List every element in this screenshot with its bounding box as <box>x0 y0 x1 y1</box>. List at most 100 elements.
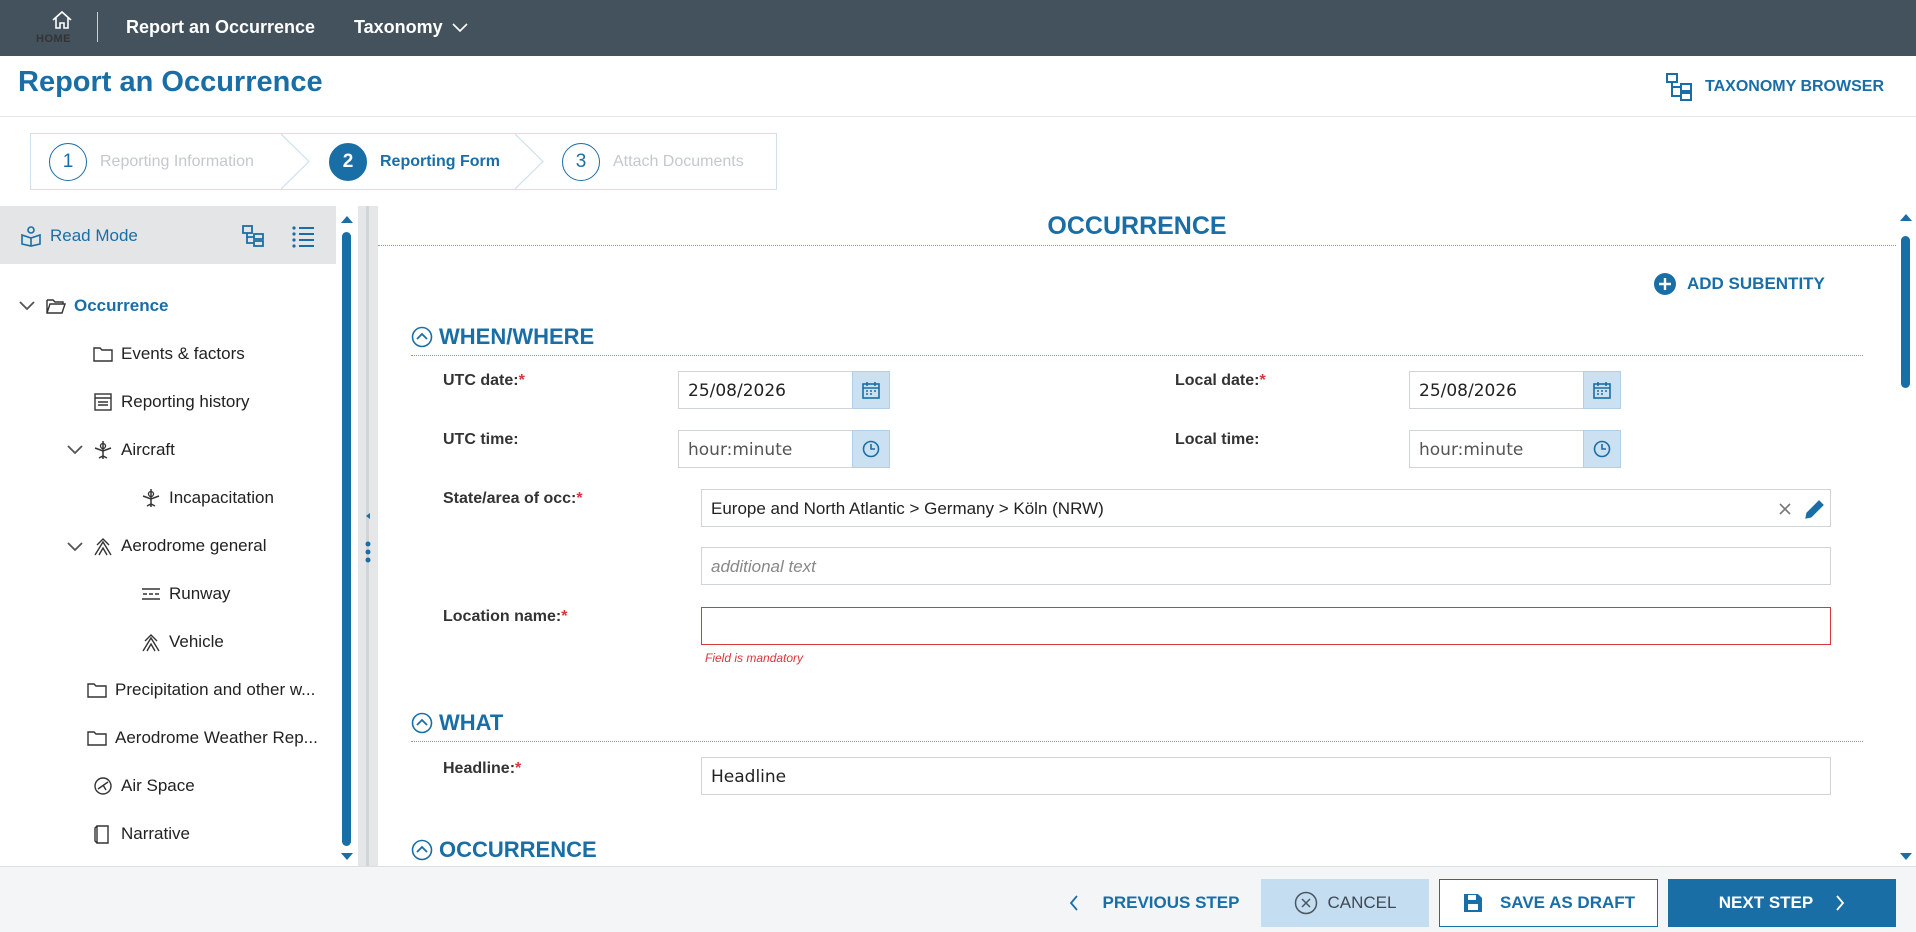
aerodrome-icon <box>142 634 160 652</box>
read-mode-toggle[interactable]: Read Mode <box>20 225 138 247</box>
collapse-left-icon[interactable] <box>364 512 372 520</box>
group-occurrence[interactable]: OCCURRENCE <box>411 837 597 863</box>
narrative-icon <box>94 825 109 844</box>
save-icon <box>1463 894 1482 912</box>
taxonomy-sidebar: Read Mode Occurrence Events & factors Re… <box>0 206 336 866</box>
local-time-input[interactable]: hour:minute <box>1409 430 1585 468</box>
form-scroll-thumb[interactable] <box>1901 236 1910 388</box>
tree-item-reporting-history[interactable]: Reporting history <box>92 391 250 413</box>
group-label: OCCURRENCE <box>439 837 597 862</box>
cancel-button[interactable]: CANCEL <box>1261 879 1429 927</box>
chevron-down-icon[interactable] <box>67 542 83 552</box>
panel-splitter[interactable] <box>358 206 378 866</box>
step-reporting-form[interactable]: 2 Reporting Form <box>329 134 500 189</box>
step-attach-documents[interactable]: 3 Attach Documents <box>562 134 744 189</box>
tree-label: Aerodrome Weather Rep... <box>115 728 318 747</box>
step-label: Reporting Form <box>380 152 500 170</box>
state-area-input[interactable]: Europe and North Atlantic > Germany > Kö… <box>701 489 1831 527</box>
add-subentity-label: ADD SUBENTITY <box>1687 274 1825 293</box>
group-divider <box>411 355 1863 356</box>
clock-icon <box>1593 440 1611 458</box>
form-scrollbar[interactable] <box>1896 210 1916 866</box>
tree-label: Vehicle <box>169 632 224 651</box>
group-what[interactable]: WHAT <box>411 710 503 736</box>
location-name-input[interactable] <box>701 607 1831 645</box>
additional-text-input[interactable]: additional text <box>701 547 1831 585</box>
step-label: Attach Documents <box>613 152 744 170</box>
utc-time-picker-button[interactable] <box>852 430 890 468</box>
tree-item-aircraft[interactable]: Aircraft <box>92 439 175 461</box>
clock-icon <box>862 440 880 458</box>
read-mode-label: Read Mode <box>50 226 138 245</box>
tree-item-occurrence[interactable]: Occurrence <box>45 295 169 317</box>
tree-item-air-space[interactable]: Air Space <box>92 775 195 797</box>
sidebar-scroll-thumb[interactable] <box>342 232 351 846</box>
step-reporting-information[interactable]: 1 Reporting Information <box>49 134 254 189</box>
drag-handle-icon[interactable] <box>363 540 373 566</box>
chevron-down-icon[interactable] <box>67 445 83 455</box>
previous-step-button[interactable]: PREVIOUS STEP <box>1064 879 1244 927</box>
chevron-down-icon <box>452 23 468 33</box>
report-icon <box>94 393 112 411</box>
group-label: WHAT <box>439 710 504 735</box>
folder-open-icon <box>46 299 66 314</box>
chevron-up-circle-icon <box>411 326 433 348</box>
folder-icon <box>87 683 107 698</box>
tree-item-incapacitation[interactable]: Incapacitation <box>140 487 274 509</box>
clear-icon[interactable] <box>1778 502 1792 516</box>
tree-label: Events & factors <box>121 344 245 363</box>
page-title: Report an Occurrence <box>18 66 323 98</box>
scroll-up-icon[interactable] <box>1899 212 1913 222</box>
edit-pencil-icon[interactable] <box>1802 496 1828 522</box>
previous-step-label: PREVIOUS STEP <box>1102 893 1240 912</box>
next-step-label: NEXT STEP <box>1718 893 1814 912</box>
sidebar-scrollbar[interactable] <box>340 210 354 866</box>
scroll-down-icon[interactable] <box>340 852 354 862</box>
next-step-button[interactable]: NEXT STEP <box>1668 879 1896 927</box>
save-as-draft-button[interactable]: SAVE AS DRAFT <box>1439 879 1658 927</box>
step-separator-icon <box>515 134 544 189</box>
chevron-down-icon[interactable] <box>19 301 35 311</box>
utc-time-input[interactable]: hour:minute <box>678 430 854 468</box>
headline-input[interactable]: Headline <box>701 757 1831 795</box>
taxonomy-browser-button[interactable]: TAXONOMY BROWSER <box>1665 72 1884 102</box>
tree-label: Narrative <box>121 824 190 843</box>
tree-item-runway[interactable]: Runway <box>140 583 230 605</box>
scroll-down-icon[interactable] <box>1899 852 1913 862</box>
utc-date-picker-button[interactable] <box>852 371 890 409</box>
utc-date-input[interactable]: 25/08/2026 <box>678 371 854 409</box>
tree-item-narrative[interactable]: Narrative <box>92 823 190 845</box>
tree-item-vehicle[interactable]: Vehicle <box>140 631 224 653</box>
folder-icon <box>93 347 113 362</box>
chevron-left-icon <box>1069 895 1078 911</box>
tree-item-aerodrome-weather[interactable]: Aerodrome Weather Rep... <box>86 727 318 749</box>
local-date-label: Local date:* <box>1175 372 1266 389</box>
scroll-up-icon[interactable] <box>340 214 354 224</box>
book-person-icon <box>21 226 41 247</box>
tree-item-precipitation[interactable]: Precipitation and other w... <box>86 679 315 701</box>
top-navigation-bar: HOME Report an Occurrence Taxonomy <box>0 0 1916 56</box>
local-date-picker-button[interactable] <box>1583 371 1621 409</box>
group-when-where[interactable]: WHEN/WHERE <box>411 324 594 350</box>
local-date-input[interactable]: 25/08/2026 <box>1409 371 1585 409</box>
local-time-picker-button[interactable] <box>1583 430 1621 468</box>
tree-view-icon[interactable] <box>240 223 266 249</box>
state-area-label: State/area of occ:* <box>443 490 583 507</box>
sidebar-toolbar: Read Mode <box>0 206 336 264</box>
tree-item-aerodrome-general[interactable]: Aerodrome general <box>92 535 267 557</box>
nav-taxonomy-dropdown[interactable]: Taxonomy <box>354 17 468 38</box>
nav-divider <box>97 12 98 42</box>
list-view-icon[interactable] <box>290 223 316 249</box>
chevron-up-circle-icon <box>411 839 433 861</box>
wizard-stepper: 1 Reporting Information 2 Reporting Form… <box>30 133 777 190</box>
nav-report-occurrence[interactable]: Report an Occurrence <box>126 17 315 38</box>
calendar-icon <box>862 382 880 399</box>
runway-icon <box>142 588 160 600</box>
step-number: 2 <box>329 142 367 181</box>
home-label: HOME <box>36 33 71 45</box>
add-subentity-button[interactable]: ADD SUBENTITY <box>1653 272 1825 296</box>
step-label: Reporting Information <box>100 152 254 170</box>
tree-item-events-factors[interactable]: Events & factors <box>92 343 245 365</box>
folder-icon <box>87 731 107 746</box>
home-button[interactable]: HOME <box>36 10 88 50</box>
